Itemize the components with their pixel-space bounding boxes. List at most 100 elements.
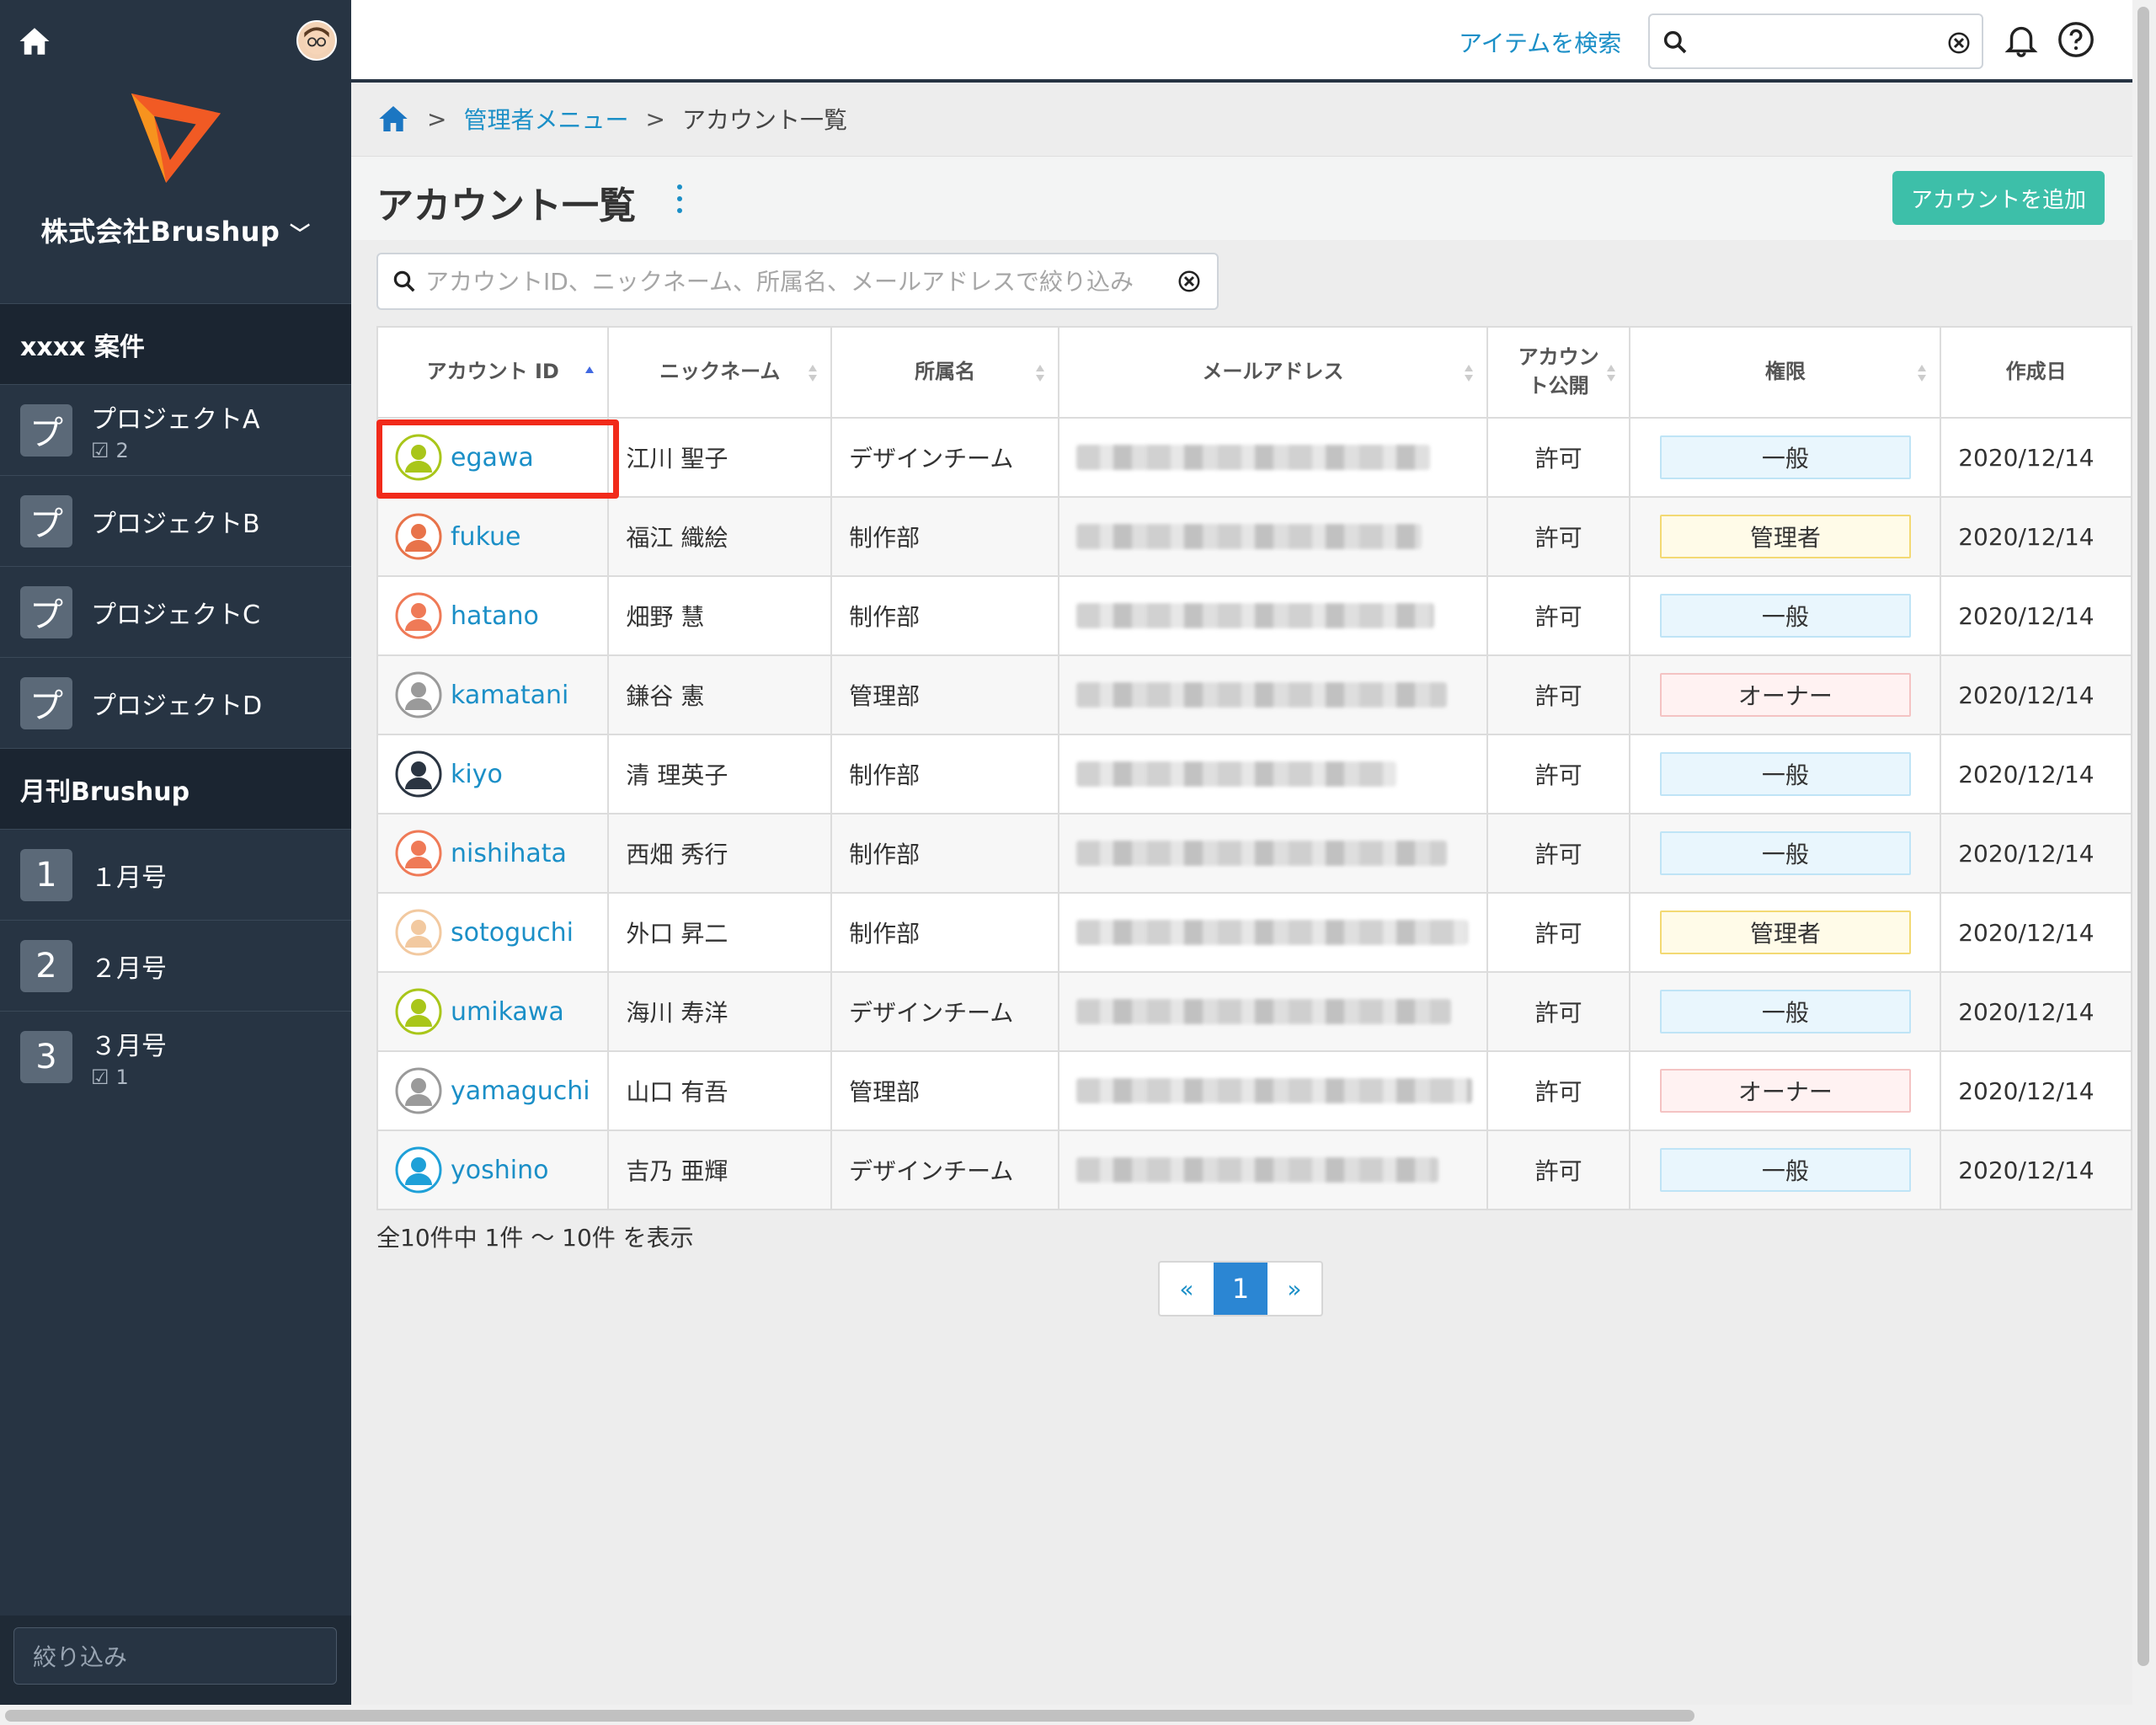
- account-id-link[interactable]: hatano: [451, 601, 539, 631]
- user-avatar-icon: [395, 830, 442, 877]
- account-id-link[interactable]: fukue: [451, 522, 521, 552]
- company-switcher[interactable]: 株式会社Brushup ﹀: [0, 211, 351, 249]
- bell-icon[interactable]: [2002, 20, 2041, 59]
- table-row[interactable]: hatano 畑野 慧制作部 許可 一般 2020/12/14: [376, 575, 2132, 656]
- sidebar-item-issue-1[interactable]: 1 １月号: [0, 829, 351, 920]
- sidebar: 株式会社Brushup ﹀ xxxx 案件 プ プロジェクトA ☑ 2 プ プロジ…: [0, 0, 351, 1725]
- pagination-prev[interactable]: «: [1160, 1263, 1214, 1315]
- horizontal-scrollbar[interactable]: [0, 1705, 2132, 1725]
- public-cell: 許可: [1486, 654, 1631, 735]
- email-cell: [1058, 417, 1488, 498]
- breadcrumb-separator: >: [427, 104, 447, 133]
- account-id-link[interactable]: kiyo: [451, 760, 503, 789]
- search-icon: [393, 270, 415, 292]
- account-id-link[interactable]: egawa: [451, 443, 534, 473]
- email-redacted: [1076, 999, 1452, 1024]
- help-icon[interactable]: [2057, 20, 2095, 59]
- account-filter-input[interactable]: [417, 256, 1177, 307]
- home-icon[interactable]: [376, 102, 410, 136]
- email-cell: [1058, 1050, 1488, 1131]
- user-avatar-icon: [395, 988, 442, 1035]
- column-header-public[interactable]: アカウント公開: [1486, 326, 1631, 419]
- sidebar-item-label: プロジェクトB: [91, 509, 260, 539]
- table-row[interactable]: egawa 江川 聖子 デザインチーム 許可 一般 2020/12/14: [376, 417, 2132, 498]
- sidebar-item-project-d[interactable]: プ プロジェクトD: [0, 657, 351, 748]
- pagination-next[interactable]: »: [1267, 1263, 1321, 1315]
- brushup-logo[interactable]: [126, 88, 226, 188]
- column-header-role[interactable]: 権限: [1629, 326, 1942, 419]
- created-date-cell: 2020/12/14: [1940, 1050, 2132, 1131]
- column-header-nickname[interactable]: ニックネーム: [607, 326, 833, 419]
- table-row[interactable]: sotoguchi 外口 昇二 制作部 許可 管理者 2020/12/14: [376, 892, 2132, 973]
- result-summary: 全10件中 1件 〜 10件 を表示: [376, 1224, 694, 1252]
- email-redacted: [1076, 1157, 1439, 1183]
- scrollbar-thumb[interactable]: [5, 1710, 1694, 1722]
- sidebar-item-issue-2[interactable]: 2 ２月号: [0, 920, 351, 1011]
- breadcrumb: > 管理者メニュー > アカウント一覧: [376, 99, 847, 138]
- table-row[interactable]: yamaguchi 山口 有吾 管理部 許可 オーナー 2020/12/14: [376, 1050, 2132, 1131]
- scrollbar-thumb[interactable]: [2137, 7, 2149, 1666]
- vertical-scrollbar[interactable]: [2132, 0, 2156, 1725]
- user-avatar-icon: [395, 513, 442, 560]
- column-header-label: ニックネーム: [659, 360, 781, 384]
- account-id-cell: umikawa: [376, 971, 610, 1052]
- role-cell: 一般: [1629, 734, 1942, 814]
- clear-icon[interactable]: [1177, 269, 1202, 294]
- clear-icon[interactable]: [1946, 30, 1972, 56]
- department-cell: 制作部: [830, 496, 1060, 577]
- project-badge: プ: [20, 403, 72, 457]
- nickname-cell: 畑野 慧: [607, 575, 833, 656]
- table-row[interactable]: yoshino 吉乃 亜輝 デザインチーム 許可 一般 2020/12/14: [376, 1130, 2132, 1210]
- role-cell: 管理者: [1629, 892, 1942, 973]
- kebab-menu-icon[interactable]: [671, 182, 688, 216]
- column-header-department[interactable]: 所属名: [830, 326, 1060, 419]
- user-avatar[interactable]: [296, 20, 337, 61]
- account-id-link[interactable]: yamaguchi: [451, 1076, 590, 1106]
- nickname-cell: 福江 織絵: [607, 496, 833, 577]
- account-id-link[interactable]: yoshino: [451, 1156, 548, 1185]
- email-cell: [1058, 575, 1488, 656]
- email-cell: [1058, 971, 1488, 1052]
- role-badge: 管理者: [1659, 515, 1911, 558]
- public-cell: 許可: [1486, 1130, 1631, 1210]
- table-row[interactable]: nishihata 西畑 秀行 制作部 許可 一般 2020/12/14: [376, 813, 2132, 894]
- sidebar-filter-input[interactable]: 絞り込み: [13, 1627, 337, 1685]
- email-cell: [1058, 892, 1488, 973]
- pagination-page[interactable]: 1: [1214, 1263, 1267, 1315]
- email-cell: [1058, 734, 1488, 814]
- sort-icon: [1464, 365, 1473, 382]
- nickname-cell: 海川 寿洋: [607, 971, 833, 1052]
- table-row[interactable]: fukue 福江 織絵 制作部 許可 管理者 2020/12/14: [376, 496, 2132, 577]
- home-icon[interactable]: [17, 24, 52, 59]
- email-cell: [1058, 813, 1488, 894]
- account-id-link[interactable]: umikawa: [451, 997, 564, 1027]
- account-id-link[interactable]: sotoguchi: [451, 918, 574, 948]
- role-badge: 一般: [1659, 435, 1911, 479]
- table-row[interactable]: kiyo 清 理英子 制作部 許可 一般 2020/12/14: [376, 734, 2132, 814]
- account-id-link[interactable]: kamatani: [451, 681, 568, 710]
- nickname-cell: 山口 有吾: [607, 1050, 833, 1131]
- sidebar-item-issue-3[interactable]: 3 ３月号 ☑ 1: [0, 1011, 351, 1102]
- created-date-cell: 2020/12/14: [1940, 496, 2132, 577]
- sort-asc-icon: [585, 366, 595, 373]
- breadcrumb-current: アカウント一覧: [681, 106, 847, 134]
- column-header-account-id[interactable]: アカウント ID: [376, 326, 610, 419]
- email-redacted: [1076, 445, 1431, 470]
- table-row[interactable]: kamatani 鎌谷 憲管理部 許可 オーナー 2020/12/14: [376, 654, 2132, 735]
- role-badge: 一般: [1659, 990, 1911, 1033]
- column-header-label: 権限: [1764, 360, 1806, 384]
- top-header: アイテムを検索: [351, 0, 2132, 83]
- pagination: « 1 »: [1158, 1261, 1323, 1316]
- column-header-email[interactable]: メールアドレス: [1058, 326, 1488, 419]
- email-redacted: [1076, 841, 1448, 866]
- sidebar-item-project-a[interactable]: プ プロジェクトA ☑ 2: [0, 384, 351, 475]
- breadcrumb-admin-menu[interactable]: 管理者メニュー: [463, 102, 628, 136]
- sidebar-item-project-c[interactable]: プ プロジェクトC: [0, 566, 351, 657]
- account-id-link[interactable]: nishihata: [451, 839, 567, 868]
- item-search-input[interactable]: [1648, 13, 1983, 69]
- sidebar-item-project-b[interactable]: プ プロジェクトB: [0, 475, 351, 566]
- item-search-label: アイテムを検索: [1459, 29, 1622, 57]
- table-row[interactable]: umikawa 海川 寿洋 デザインチーム 許可 一般 2020/12/14: [376, 971, 2132, 1052]
- column-header-created[interactable]: 作成日: [1940, 326, 2132, 419]
- add-account-button[interactable]: アカウントを追加: [1892, 171, 2105, 225]
